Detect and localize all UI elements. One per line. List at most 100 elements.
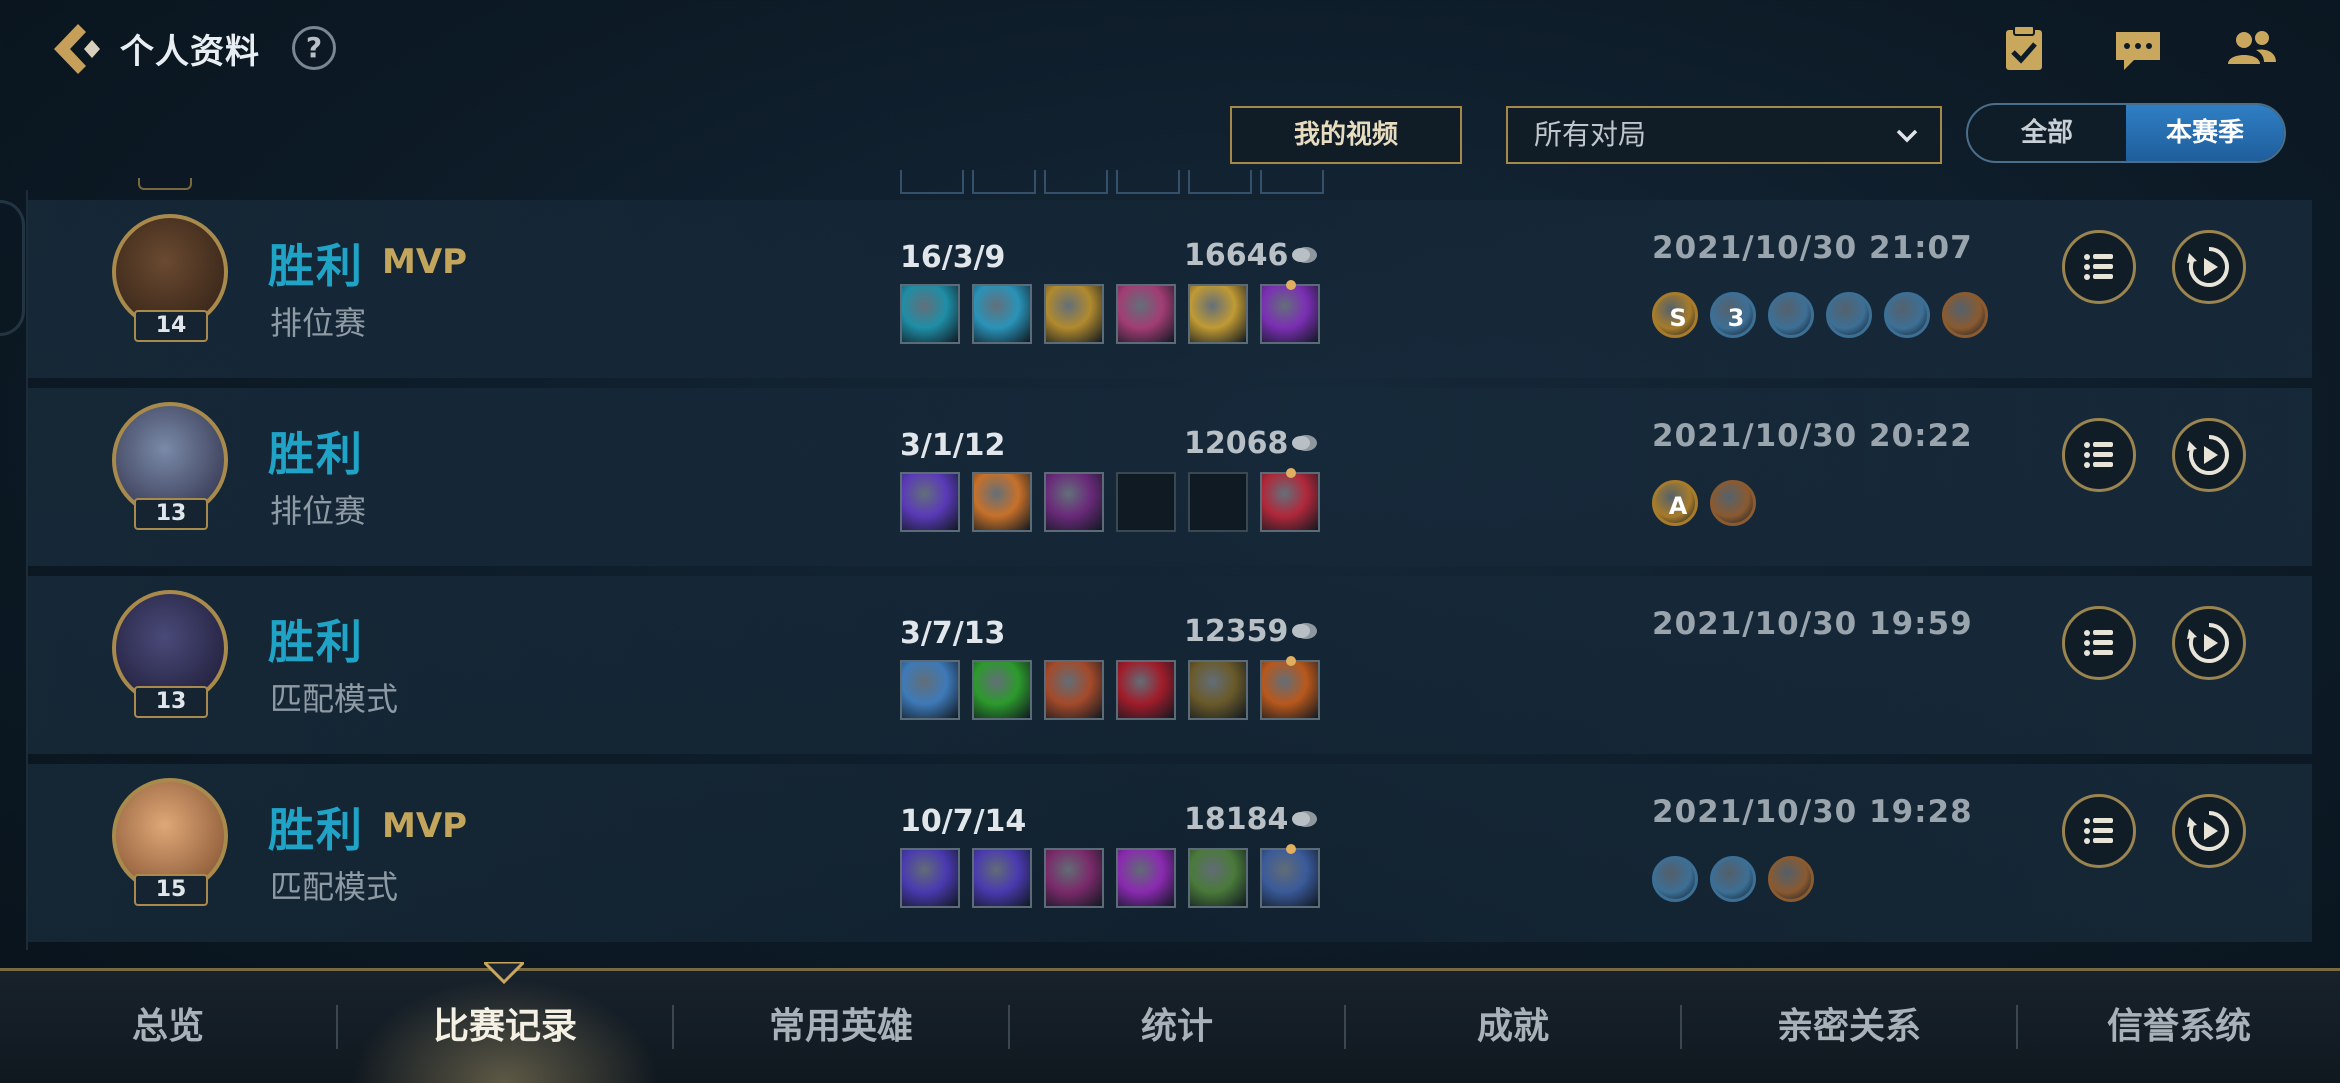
match-result: 胜利 <box>268 615 364 669</box>
hero-level-badge: 13 <box>134 498 208 530</box>
mvp-label: MVP <box>382 806 468 846</box>
item-icon[interactable] <box>972 472 1032 532</box>
match-date: 2021/10/30 19:28 <box>1652 794 1973 830</box>
tab-honor-system[interactable]: 信誉系统 <box>2018 971 2340 1083</box>
tab-achievements[interactable]: 成就 <box>1346 971 1680 1083</box>
item-icon[interactable] <box>1188 284 1248 344</box>
hero-level-badge: 15 <box>134 874 208 906</box>
match-row[interactable]: 14 胜利 MVP 排位赛 16/3/9 16646 2021/10/30 21:07 S 3 <box>28 200 2312 378</box>
item-icon[interactable] <box>1188 848 1248 908</box>
trinket-item-icon[interactable] <box>1260 656 1320 720</box>
match-filter-dropdown[interactable]: 所有对局 <box>1506 106 1942 164</box>
match-result: 胜利 <box>268 239 364 293</box>
match-date: 2021/10/30 21:07 <box>1652 230 1973 266</box>
badge-label: S <box>1669 304 1687 332</box>
help-button[interactable]: ? <box>292 26 336 70</box>
item-icon[interactable] <box>900 848 960 908</box>
match-detail-button[interactable] <box>2062 606 2136 680</box>
achievement-badge-icon[interactable] <box>1884 292 1930 338</box>
tab-relationships[interactable]: 亲密关系 <box>1682 971 2016 1083</box>
list-icon <box>2084 630 2113 656</box>
chat-button[interactable] <box>2112 24 2164 74</box>
gold-earned: 12068 <box>1184 426 1289 461</box>
checklist-button[interactable] <box>1998 24 2050 74</box>
match-row[interactable]: 13 胜利 匹配模式 3/7/13 12359 2021/10/30 19:59 <box>28 576 2312 754</box>
hero-level-badge: 14 <box>134 310 208 342</box>
trinket-item-icon[interactable] <box>1260 468 1320 532</box>
gold-coin-icon <box>1292 435 1317 451</box>
trinket-item-icon[interactable] <box>1260 844 1320 908</box>
achievement-badge-icon[interactable] <box>1826 292 1872 338</box>
kda-score: 10/7/14 <box>900 804 1027 839</box>
item-icon[interactable] <box>1044 848 1104 908</box>
replay-button[interactable] <box>2172 606 2246 680</box>
gold-earned: 12359 <box>1184 614 1289 649</box>
kda-score: 3/1/12 <box>900 428 1006 463</box>
item-icon[interactable] <box>1116 848 1176 908</box>
match-list[interactable]: 14 胜利 MVP 排位赛 16/3/9 16646 2021/10/30 21:07 S 3 1… <box>28 160 2312 968</box>
game-mode: 排位赛 <box>270 492 367 530</box>
partial-level-badge <box>138 178 192 190</box>
replay-button[interactable] <box>2172 794 2246 868</box>
hero-level-badge: 13 <box>134 686 208 718</box>
achievement-badge-icon[interactable] <box>1768 292 1814 338</box>
item-icon[interactable] <box>1116 660 1176 720</box>
partial-item-slot <box>900 170 964 194</box>
tab-overview[interactable]: 总览 <box>0 971 336 1083</box>
chevron-down-icon <box>1896 129 1918 143</box>
list-icon <box>2084 442 2113 468</box>
badge-label: A <box>1668 492 1688 520</box>
item-icon[interactable] <box>1044 284 1104 344</box>
friends-button[interactable] <box>2226 24 2278 74</box>
back-button[interactable] <box>48 20 108 78</box>
achievement-badge-icon[interactable] <box>1710 856 1756 902</box>
replay-button[interactable] <box>2172 230 2246 304</box>
trinket-item-icon[interactable] <box>1260 280 1320 344</box>
friends-icon <box>2228 31 2276 64</box>
item-icon[interactable] <box>1044 472 1104 532</box>
left-edge-decoration <box>0 200 25 336</box>
bottom-navigation: 总览 比赛记录 常用英雄 统计 成就 亲密关系 信誉系统 <box>0 968 2340 1083</box>
item-icon[interactable] <box>972 848 1032 908</box>
checklist-icon <box>2006 25 2042 70</box>
item-icon[interactable] <box>1116 284 1176 344</box>
kda-score: 16/3/9 <box>900 240 1006 275</box>
achievement-badge-icon[interactable]: S <box>1652 292 1698 338</box>
game-mode: 匹配模式 <box>270 868 399 906</box>
replay-play-icon <box>2187 247 2229 287</box>
match-row[interactable]: 15 胜利 MVP 匹配模式 10/7/14 18184 2021/10/30 19:28 <box>28 764 2312 942</box>
tab-common-heroes[interactable]: 常用英雄 <box>674 971 1008 1083</box>
season-toggle: 全部 本赛季 <box>1966 103 2286 163</box>
toggle-current-season[interactable]: 本赛季 <box>2126 105 2284 161</box>
item-icon[interactable] <box>900 660 960 720</box>
item-icon[interactable] <box>972 284 1032 344</box>
achievement-badge-icon[interactable]: 3 <box>1710 292 1756 338</box>
item-icon[interactable] <box>1188 660 1248 720</box>
achievement-badge-icon[interactable] <box>1768 856 1814 902</box>
item-icon[interactable] <box>900 284 960 344</box>
achievement-badge-icon[interactable] <box>1942 292 1988 338</box>
match-detail-button[interactable] <box>2062 230 2136 304</box>
match-row[interactable]: 13 胜利 排位赛 3/1/12 12068 2021/10/30 20:22 A <box>28 388 2312 566</box>
item-icon[interactable] <box>972 660 1032 720</box>
replay-button[interactable] <box>2172 418 2246 492</box>
list-icon <box>2084 818 2113 844</box>
gold-earned: 16646 <box>1184 238 1289 273</box>
page-title: 个人资料 <box>120 32 260 72</box>
match-filter-value: 所有对局 <box>1534 118 1647 151</box>
achievement-badge-icon[interactable] <box>1652 856 1698 902</box>
item-icon[interactable] <box>1044 660 1104 720</box>
match-detail-button[interactable] <box>2062 794 2136 868</box>
item-icon[interactable] <box>900 472 960 532</box>
toggle-all[interactable]: 全部 <box>1968 105 2126 161</box>
match-date: 2021/10/30 19:59 <box>1652 606 1973 642</box>
achievement-badge-icon[interactable]: A <box>1652 480 1698 526</box>
partial-item-slot <box>1044 170 1108 194</box>
achievement-badge-icon[interactable] <box>1710 480 1756 526</box>
back-arrow-icon <box>54 24 100 74</box>
replay-play-icon <box>2187 435 2229 475</box>
tab-match-history[interactable]: 比赛记录 <box>338 971 672 1083</box>
my-videos-button[interactable]: 我的视频 <box>1230 106 1462 164</box>
match-detail-button[interactable] <box>2062 418 2136 492</box>
tab-statistics[interactable]: 统计 <box>1010 971 1344 1083</box>
